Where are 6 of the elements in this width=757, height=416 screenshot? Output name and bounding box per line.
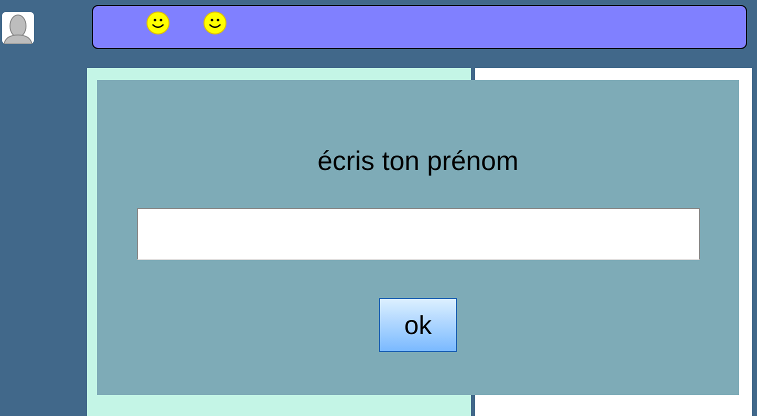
ok-button[interactable]: ok — [379, 298, 457, 352]
name-input-field[interactable] — [136, 208, 700, 260]
smiley-icon — [146, 11, 170, 35]
avatar-icon[interactable] — [2, 12, 34, 44]
smiley-icon — [203, 11, 227, 35]
dialog-title: écris ton prénom — [317, 146, 519, 177]
